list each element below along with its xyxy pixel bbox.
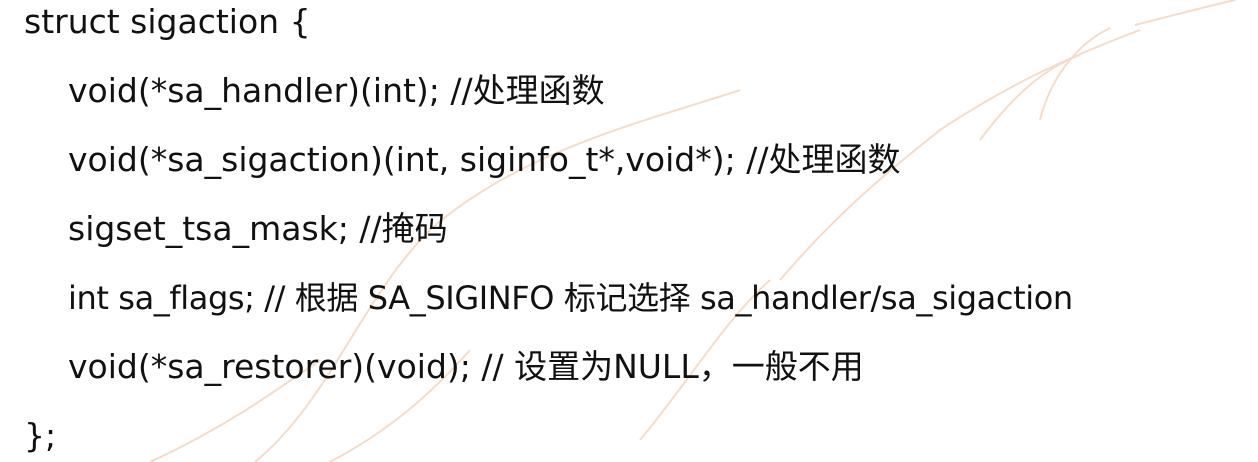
code-line-sa-sigaction: void(*sa_sigaction)(int, siginfo_t*,void… (68, 140, 901, 179)
code-line-sa-handler: void(*sa_handler)(int); //处理函数 (68, 71, 605, 110)
code-line-sa-restorer: void(*sa_restorer)(void); // 设置为NULL，一般不… (68, 347, 864, 386)
code-page: struct sigaction { void(*sa_handler)(int… (0, 0, 1258, 462)
code-block: struct sigaction { void(*sa_handler)(int… (0, 0, 1258, 462)
code-line-sa-mask: sigset_tsa_mask; //掩码 (68, 209, 448, 248)
code-line-sa-flags: int sa_flags; // 根据 SA_SIGINFO 标记选择 sa_h… (68, 279, 1073, 317)
code-line-struct-open: struct sigaction { (24, 2, 311, 41)
code-line-struct-close: }; (24, 416, 57, 455)
